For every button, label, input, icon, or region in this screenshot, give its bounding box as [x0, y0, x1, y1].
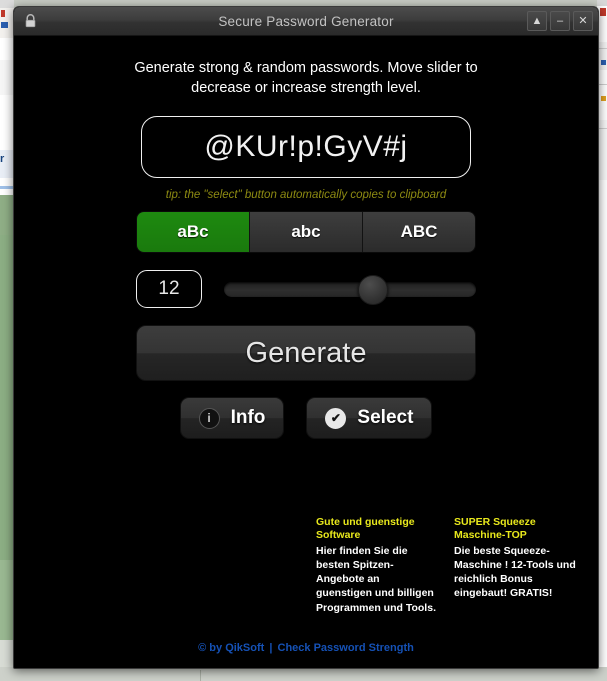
window-body: Generate strong & random passwords. Move…: [14, 36, 598, 668]
generate-button[interactable]: Generate: [136, 325, 476, 381]
window-titlebar[interactable]: Secure Password Generator ▲ – ✕: [14, 7, 598, 36]
window-controls: ▲ – ✕: [527, 11, 593, 31]
minimize-button[interactable]: –: [550, 11, 570, 31]
footer-copyright: © by QikSoft: [198, 642, 265, 654]
case-mode-selector: aBc abc ABC: [136, 211, 476, 253]
advertisement-2[interactable]: SUPER Squeeze Maschine-TOP Die beste Squ…: [454, 516, 576, 615]
advertisement-row: Gute und guenstige Software Hier finden …: [316, 516, 596, 615]
length-slider-thumb[interactable]: [358, 275, 389, 305]
background-right-accent-3: [601, 96, 606, 101]
case-option-mixed[interactable]: aBc: [137, 212, 250, 252]
background-accent-blue: [1, 22, 8, 28]
background-right-accent-1: [600, 8, 606, 16]
length-value-field[interactable]: 12: [136, 270, 202, 308]
advertisement-1-body: Hier finden Sie die besten Spitzen-Angeb…: [316, 544, 436, 614]
password-length-row: 12: [136, 269, 476, 309]
background-accent-text: r: [0, 153, 5, 165]
advertisement-2-title[interactable]: SUPER Squeeze Maschine-TOP: [454, 516, 576, 543]
background-accent-line: [0, 186, 14, 189]
advertisement-1[interactable]: Gute und guenstige Software Hier finden …: [316, 516, 438, 615]
background-right-accent-2: [601, 60, 606, 65]
select-button[interactable]: ✔ Select: [306, 397, 433, 439]
maximize-button[interactable]: ▲: [527, 11, 547, 31]
info-button[interactable]: i Info: [179, 397, 285, 439]
check-password-strength-link[interactable]: Check Password Strength: [278, 642, 414, 654]
footer: © by QikSoft | Check Password Strength: [14, 642, 598, 654]
close-button[interactable]: ✕: [573, 11, 593, 31]
action-buttons-row: i Info ✔ Select: [136, 397, 476, 439]
length-slider-track[interactable]: [224, 281, 476, 297]
advertisement-1-title[interactable]: Gute und guenstige Software: [316, 516, 438, 543]
intro-description: Generate strong & random passwords. Move…: [134, 60, 478, 96]
password-output-field[interactable]: @KUr!p!GyV#j: [141, 116, 471, 178]
application-window: Secure Password Generator ▲ – ✕ Generate…: [13, 6, 599, 669]
length-slider[interactable]: [224, 270, 476, 308]
tip-label: tip: the "select" button automatically c…: [165, 189, 447, 201]
check-icon: ✔: [325, 407, 347, 429]
info-icon: i: [198, 407, 220, 429]
select-button-label: Select: [357, 407, 414, 428]
background-window-left: r: [0, 0, 14, 681]
window-title: Secure Password Generator: [218, 13, 394, 29]
background-taskbar-divider: [200, 670, 201, 681]
info-button-label: Info: [230, 407, 266, 428]
background-taskbar: [0, 667, 607, 681]
advertisement-2-body: Die beste Squeeze-Maschine ! 12-Tools un…: [454, 544, 576, 600]
background-accent-red: [1, 10, 5, 17]
footer-separator: |: [269, 642, 273, 654]
case-option-upper[interactable]: ABC: [363, 212, 475, 252]
case-option-lower[interactable]: abc: [250, 212, 363, 252]
padlock-icon: [23, 14, 38, 29]
